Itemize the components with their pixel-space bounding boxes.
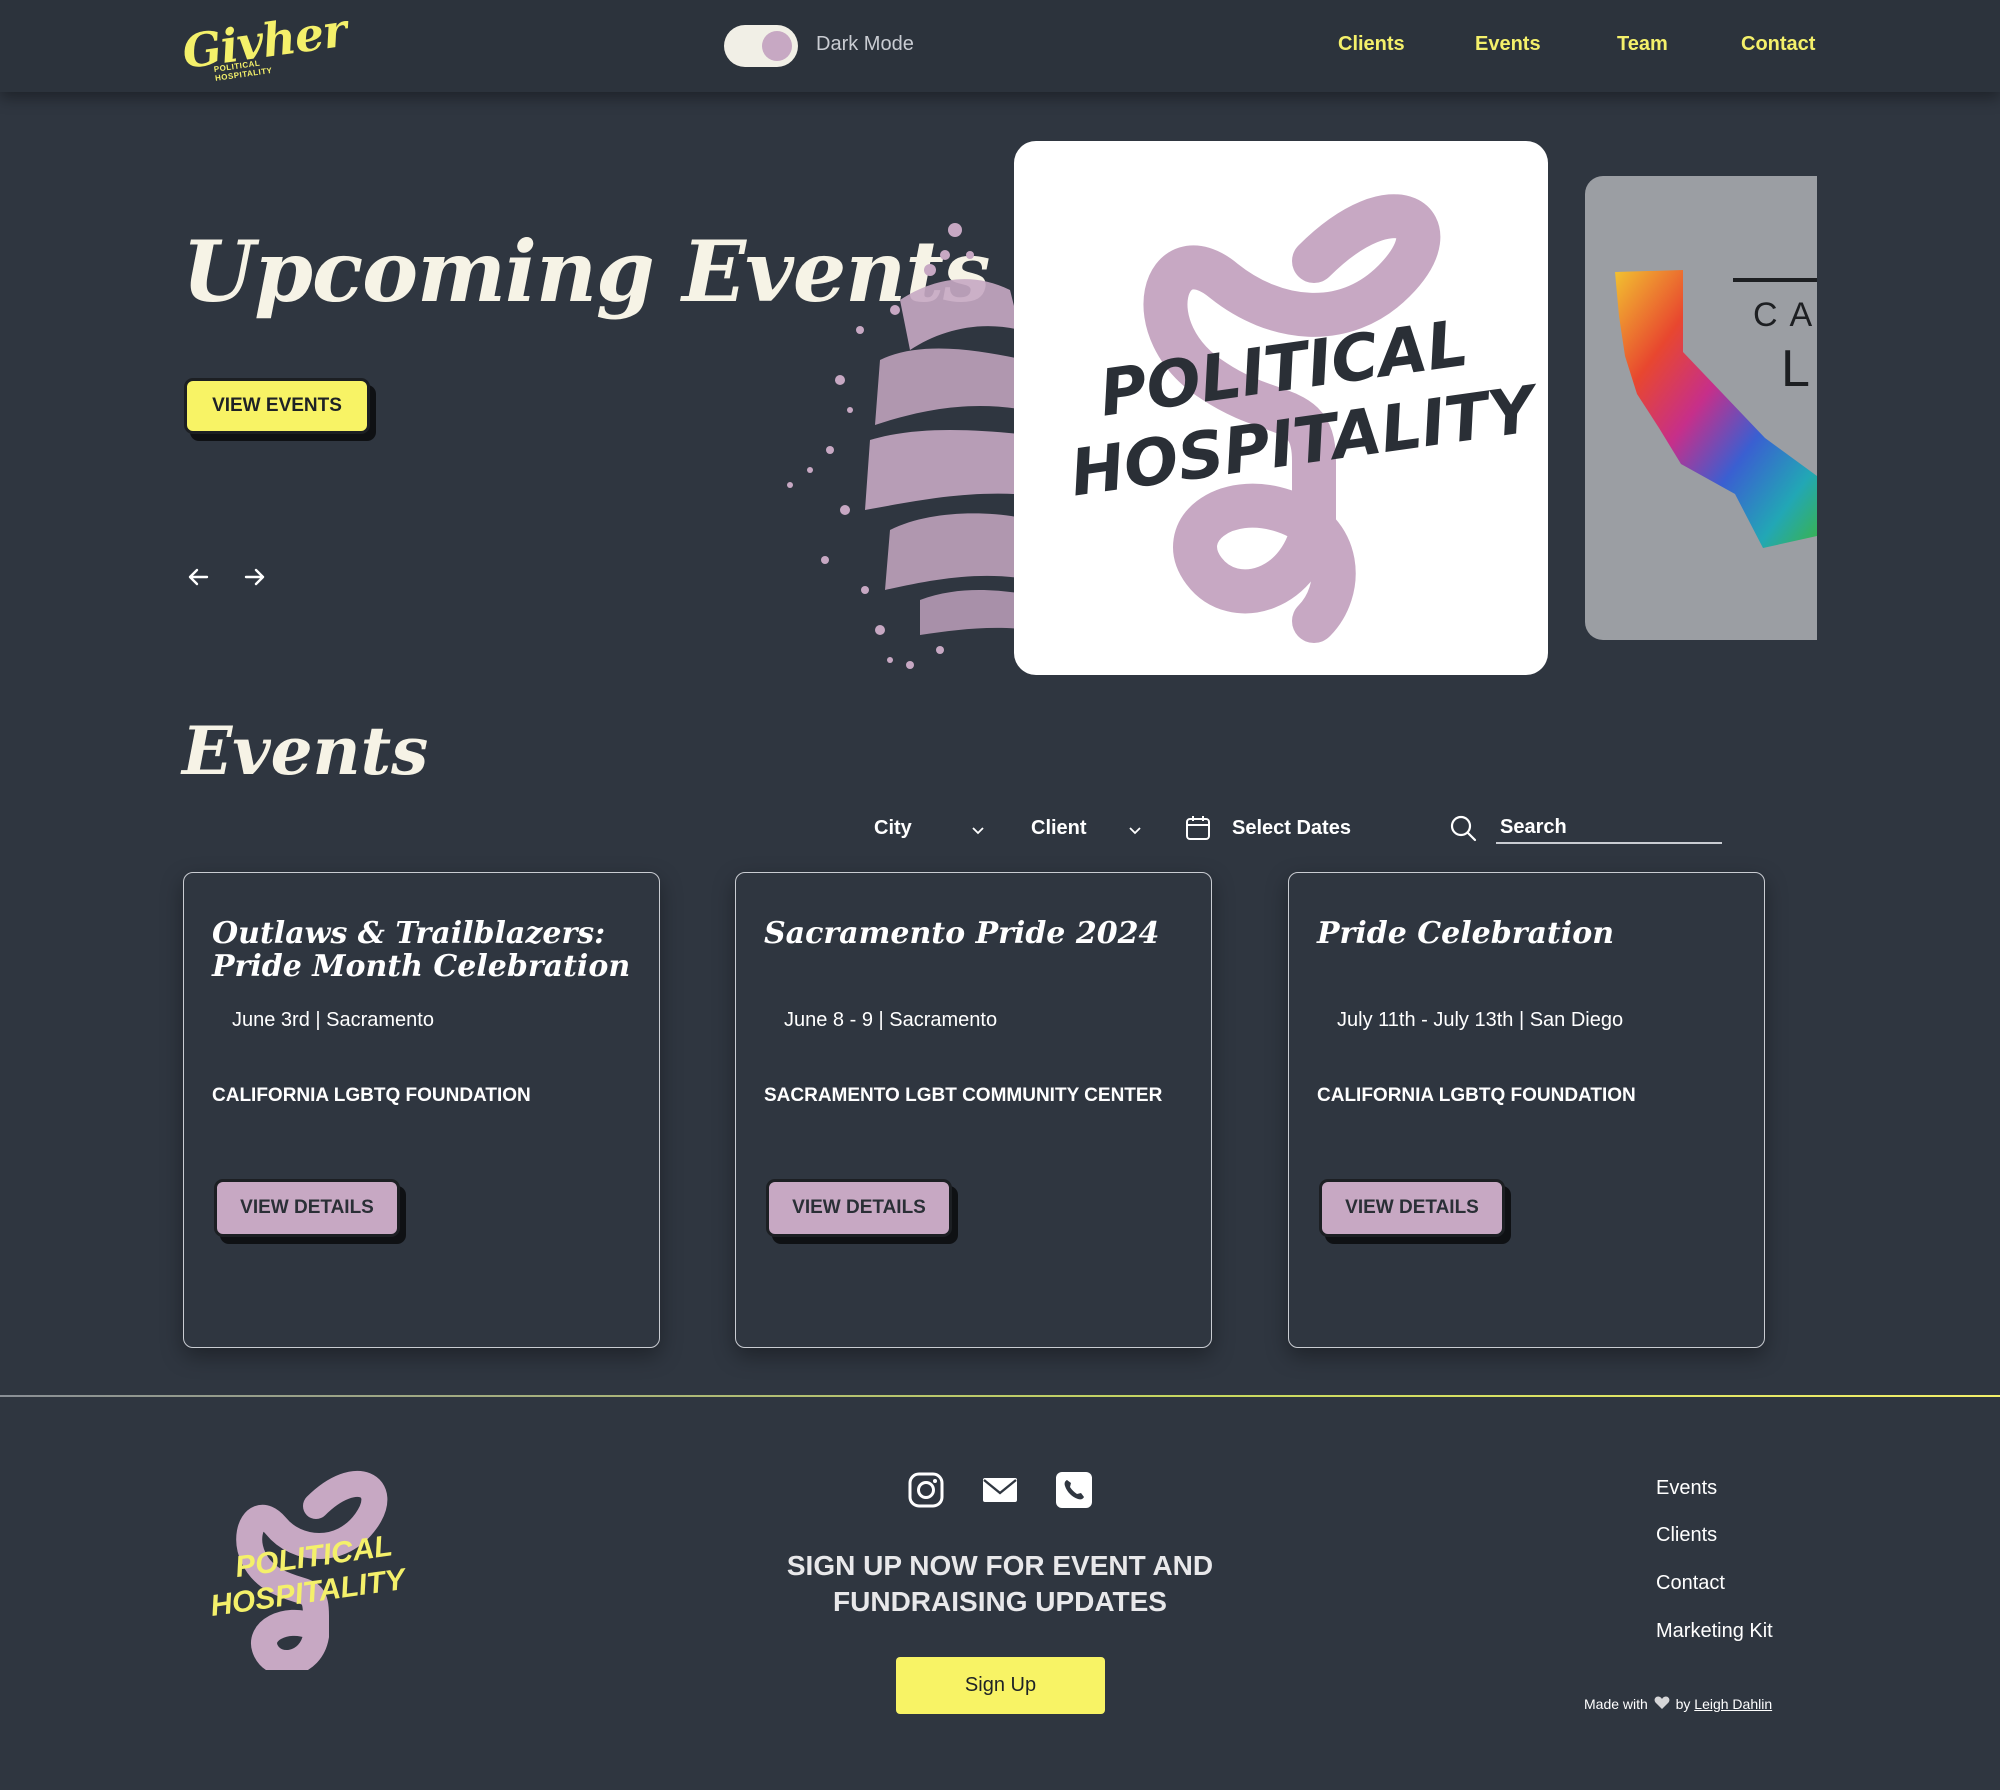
paint-splash-decoration — [787, 223, 1032, 669]
carousel-slide-active[interactable]: POLITICAL HOSPITALITY — [1014, 141, 1548, 675]
client-filter[interactable]: Client — [1031, 817, 1087, 840]
footer-link-clients[interactable]: Clients — [1656, 1524, 1717, 1547]
event-date: July 11th - July 13th | San Diego — [1337, 1009, 1624, 1031]
dark-mode-label: Dark Mode — [816, 33, 914, 55]
california-map-image: CA L — [1615, 270, 1817, 548]
event-date: June 3rd | Sacramento — [232, 1009, 434, 1031]
view-details-button[interactable]: VIEW DETAILS — [766, 1179, 952, 1237]
event-card: Outlaws & Trailblazers: Pride Month Cele… — [183, 872, 660, 1348]
sign-up-button[interactable]: Sign Up — [896, 1657, 1105, 1714]
event-title: Outlaws & Trailblazers: Pride Month Cele… — [212, 916, 631, 984]
search-input[interactable]: Search — [1500, 816, 1567, 839]
made-with-text: Made with — [1584, 1696, 1648, 1712]
date-filter[interactable]: Select Dates — [1232, 817, 1351, 840]
calendar-icon[interactable] — [1184, 814, 1212, 842]
political-hospitality-logo: POLITICAL HOSPITALITY — [1066, 194, 1545, 643]
footer-divider — [0, 1395, 2000, 1397]
mail-icon[interactable] — [982, 1472, 1018, 1508]
by-text: by — [1675, 1696, 1691, 1712]
view-events-button[interactable]: VIEW EVENTS — [184, 378, 370, 434]
brand-logo[interactable]: Givher POLITICAL HOSPITALITY — [179, 3, 349, 83]
signup-heading: SIGN UP NOW FOR EVENT AND FUNDRAISING UP… — [786, 1550, 1214, 1617]
instagram-icon[interactable] — [908, 1472, 944, 1508]
event-client: CALIFORNIA LGBTQ FOUNDATION — [1317, 1085, 1636, 1106]
footer-link-events[interactable]: Events — [1656, 1477, 1717, 1500]
toggle-knob — [762, 31, 792, 61]
nav-team[interactable]: Team — [1617, 33, 1668, 56]
phone-icon[interactable] — [1056, 1472, 1092, 1508]
city-filter[interactable]: City — [874, 817, 912, 840]
heart-icon — [1654, 1696, 1670, 1709]
chevron-down-icon[interactable] — [970, 822, 986, 838]
nav-clients[interactable]: Clients — [1338, 33, 1405, 56]
event-client: SACRAMENTO LGBT COMMUNITY CENTER — [764, 1085, 1163, 1106]
made-with-credit: Made with by Leigh Dahlin — [1584, 1696, 1772, 1712]
event-card: Sacramento Pride 2024 June 8 - 9 | Sacra… — [735, 872, 1212, 1348]
events-section-title: Events — [182, 712, 429, 790]
event-client: CALIFORNIA LGBTQ FOUNDATION — [212, 1085, 531, 1106]
event-title: Sacramento Pride 2024 — [764, 916, 1160, 951]
next-slide-text-ca: CA — [1753, 296, 1817, 334]
author-link[interactable]: Leigh Dahlin — [1694, 1696, 1772, 1712]
carousel-slide-next[interactable]: CA L — [1585, 176, 1817, 640]
footer-link-marketing-kit[interactable]: Marketing Kit — [1656, 1620, 1773, 1643]
dark-mode-toggle[interactable] — [724, 25, 798, 67]
arrow-right-icon[interactable] — [240, 562, 270, 592]
next-slide-text-l: L — [1781, 340, 1810, 398]
search-underline — [1496, 842, 1722, 844]
nav-contact[interactable]: Contact — [1741, 33, 1815, 56]
search-icon — [1450, 815, 1477, 842]
arrow-left-icon[interactable] — [183, 562, 213, 592]
footer-logo[interactable]: POLITICAL HOSPITALITY — [206, 1466, 426, 1670]
event-date: June 8 - 9 | Sacramento — [784, 1009, 998, 1031]
view-details-button[interactable]: VIEW DETAILS — [1319, 1179, 1505, 1237]
chevron-down-icon[interactable] — [1127, 822, 1143, 838]
site-header: Givher POLITICAL HOSPITALITY Dark Mode C… — [0, 0, 2000, 92]
event-title: Pride Celebration — [1317, 916, 1615, 951]
event-card: Pride Celebration July 11th - July 13th … — [1288, 872, 1765, 1348]
view-details-button[interactable]: VIEW DETAILS — [214, 1179, 400, 1237]
footer-link-contact[interactable]: Contact — [1656, 1572, 1725, 1595]
nav-events[interactable]: Events — [1475, 33, 1541, 56]
